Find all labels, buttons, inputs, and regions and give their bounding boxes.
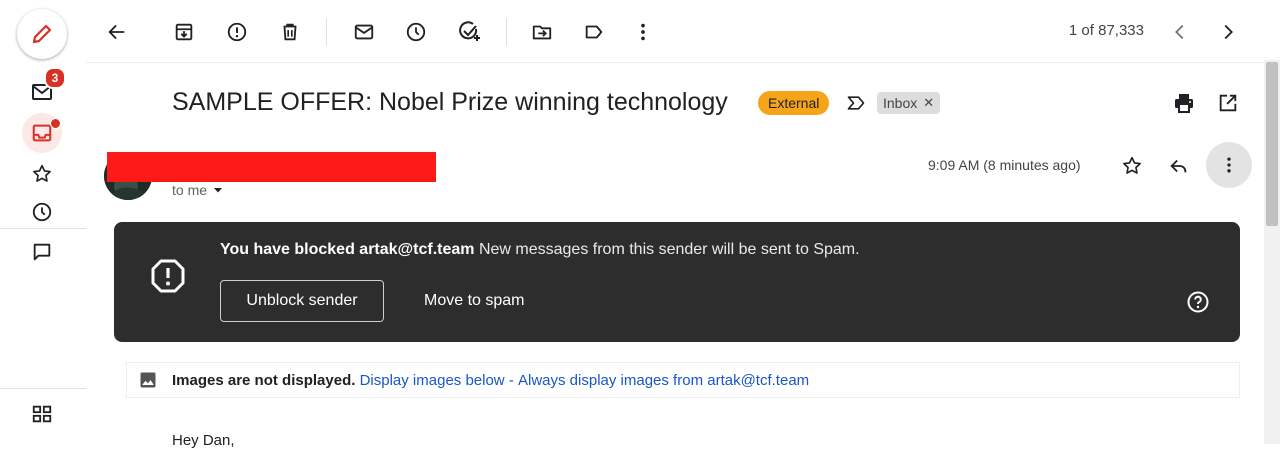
banner-detail-text: New messages from this sender will be se… bbox=[478, 241, 860, 258]
pencil-icon bbox=[32, 24, 52, 44]
apps-nav-button[interactable] bbox=[28, 400, 56, 428]
chat-icon bbox=[33, 243, 51, 261]
unread-count-badge: 3 bbox=[44, 67, 66, 89]
message-toolbar: 1 of 87,333 bbox=[86, 0, 1280, 64]
labels-button[interactable] bbox=[580, 18, 608, 46]
print-button[interactable] bbox=[1171, 90, 1197, 116]
nav-rail: 3 bbox=[0, 0, 86, 444]
link-separator: - bbox=[508, 371, 514, 389]
more-vert-icon bbox=[641, 23, 645, 41]
image-icon bbox=[138, 370, 158, 390]
star-message-button[interactable] bbox=[1118, 152, 1146, 180]
recipients-toggle[interactable]: to me bbox=[172, 182, 223, 198]
images-hidden-notice: Images are not displayed. Display images… bbox=[126, 362, 1240, 398]
starred-nav-button[interactable] bbox=[28, 160, 56, 188]
message-more-button[interactable] bbox=[1206, 142, 1252, 188]
toolbar-divider bbox=[506, 18, 507, 46]
back-button[interactable] bbox=[103, 18, 131, 46]
message-time: 9:09 AM (8 minutes ago) bbox=[928, 157, 1081, 173]
apps-grid-icon bbox=[32, 405, 52, 423]
star-icon bbox=[33, 164, 51, 182]
inbox-chip-label: Inbox bbox=[883, 95, 918, 111]
email-subject: SAMPLE OFFER: Nobel Prize winning techno… bbox=[172, 88, 728, 116]
message-counter: 1 of 87,333 bbox=[1068, 22, 1144, 39]
more-vert-icon bbox=[1227, 157, 1231, 173]
clock-icon bbox=[406, 22, 426, 42]
inbox-label-chip[interactable]: Inbox ✕ bbox=[877, 92, 941, 114]
chat-nav-button[interactable] bbox=[28, 238, 56, 266]
always-display-images-link[interactable]: Always display images from artak@tcf.tea… bbox=[518, 372, 809, 389]
toolbar-divider bbox=[326, 18, 327, 46]
chevron-right-icon bbox=[1224, 24, 1233, 40]
rail-divider bbox=[0, 228, 86, 229]
banner-bold-text: You have blocked artak@tcf.team bbox=[220, 241, 475, 258]
caret-down-icon bbox=[214, 188, 223, 193]
redacted-sender-name bbox=[107, 152, 436, 182]
rail-divider-bottom bbox=[0, 388, 86, 389]
email-body-greeting: Hey Dan, bbox=[172, 432, 235, 449]
trash-icon bbox=[283, 23, 297, 41]
label-icon bbox=[585, 25, 603, 39]
add-task-icon bbox=[459, 21, 480, 41]
blocked-sender-banner: You have blocked artak@tcf.team New mess… bbox=[114, 222, 1240, 342]
print-icon bbox=[1175, 94, 1193, 113]
warning-octagon-icon bbox=[150, 258, 186, 294]
importance-icon bbox=[847, 96, 865, 110]
arrow-left-icon bbox=[108, 24, 125, 40]
move-to-spam-button[interactable]: Move to spam bbox=[424, 280, 524, 322]
archive-icon bbox=[175, 23, 193, 41]
importance-marker[interactable] bbox=[846, 93, 866, 113]
snoozed-nav-button[interactable] bbox=[28, 198, 56, 226]
unblock-sender-button[interactable]: Unblock sender bbox=[220, 280, 384, 322]
reply-icon bbox=[1170, 159, 1187, 173]
reply-button[interactable] bbox=[1165, 152, 1193, 180]
mark-unread-button[interactable] bbox=[350, 18, 378, 46]
compose-button[interactable] bbox=[17, 9, 67, 59]
display-images-below-link[interactable]: Display images below bbox=[360, 372, 505, 389]
remove-label-icon[interactable]: ✕ bbox=[923, 95, 934, 111]
move-folder-icon bbox=[532, 25, 552, 40]
alert-circle-icon bbox=[227, 22, 247, 42]
inbox-unread-dot bbox=[50, 118, 61, 129]
open-in-new-window-button[interactable] bbox=[1215, 90, 1241, 116]
recipient-label: to me bbox=[172, 182, 208, 198]
snooze-button[interactable] bbox=[402, 18, 430, 46]
add-to-tasks-button[interactable] bbox=[455, 18, 483, 46]
chevron-left-icon bbox=[1175, 24, 1184, 40]
help-icon bbox=[1187, 291, 1209, 313]
mail-icon bbox=[354, 24, 374, 40]
open-in-new-icon bbox=[1219, 94, 1237, 112]
delete-button[interactable] bbox=[276, 18, 304, 46]
external-badge: External bbox=[758, 91, 830, 115]
more-options-button[interactable] bbox=[629, 18, 657, 46]
archive-button[interactable] bbox=[170, 18, 198, 46]
images-hidden-label: Images are not displayed. bbox=[172, 371, 356, 389]
move-to-button[interactable] bbox=[528, 18, 556, 46]
star-icon bbox=[1123, 156, 1141, 174]
older-message-button[interactable] bbox=[1214, 18, 1242, 46]
toolbar-divider-line bbox=[86, 62, 1264, 63]
banner-message: You have blocked artak@tcf.team New mess… bbox=[220, 241, 860, 259]
clock-icon bbox=[32, 202, 52, 222]
report-spam-button[interactable] bbox=[223, 18, 251, 46]
newer-message-button[interactable] bbox=[1166, 18, 1194, 46]
help-button[interactable] bbox=[1186, 290, 1210, 314]
scrollbar-thumb[interactable] bbox=[1266, 62, 1278, 226]
